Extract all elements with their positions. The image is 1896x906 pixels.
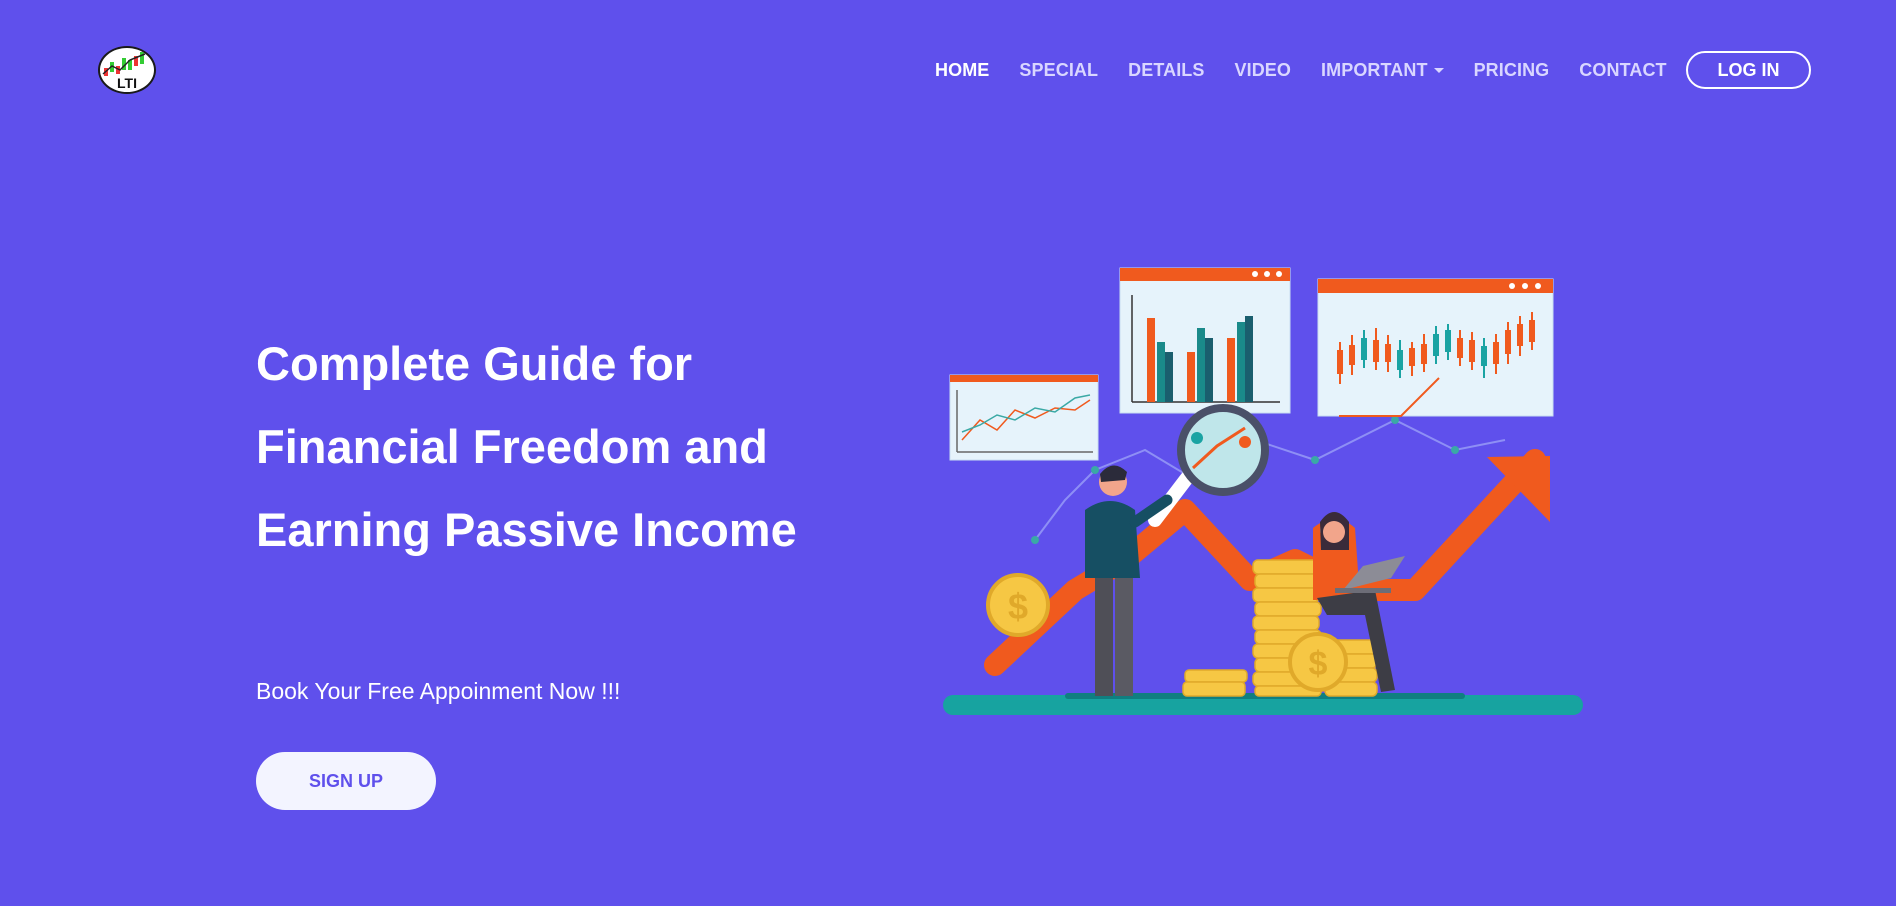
svg-text:$: $ — [1309, 645, 1328, 683]
signup-button[interactable]: SIGN UP — [256, 752, 436, 810]
chart-window-small — [949, 374, 1099, 461]
nav-contact[interactable]: CONTACT — [1579, 60, 1666, 81]
dollar-coin-icon: $ — [986, 573, 1050, 637]
nav-video[interactable]: VIDEO — [1235, 60, 1292, 81]
main-nav: HOME SPECIAL DETAILS VIDEO IMPORTANT PRI… — [935, 55, 1697, 85]
chart-window-bars — [1119, 267, 1291, 414]
logo-text: LTI — [117, 75, 137, 91]
chart-window-candles — [1317, 278, 1554, 417]
finance-illustration: $ $ — [943, 267, 1583, 715]
nav-special[interactable]: SPECIAL — [1019, 60, 1098, 81]
nav-important-label: IMPORTANT — [1321, 59, 1428, 80]
logo-chart-icon: LTI — [102, 52, 146, 91]
nav-home[interactable]: HOME — [935, 60, 989, 81]
nav-pricing[interactable]: PRICING — [1474, 60, 1550, 81]
login-button[interactable]: LOG IN — [1686, 51, 1811, 89]
site-logo[interactable]: LTI — [98, 46, 156, 94]
hero-title: Complete Guide for Financial Freedom and… — [256, 337, 797, 556]
magnifier-icon — [1148, 404, 1269, 527]
svg-text:$: $ — [1008, 586, 1028, 627]
nav-important[interactable]: IMPORTANT — [1321, 60, 1444, 81]
chevron-down-icon — [1433, 67, 1444, 73]
man-figure — [1085, 465, 1173, 696]
hero-subtitle: Book Your Free Appoinment Now !!! — [256, 678, 621, 704]
dollar-coin-icon: $ — [1288, 632, 1348, 692]
nav-details[interactable]: DETAILS — [1128, 60, 1204, 81]
